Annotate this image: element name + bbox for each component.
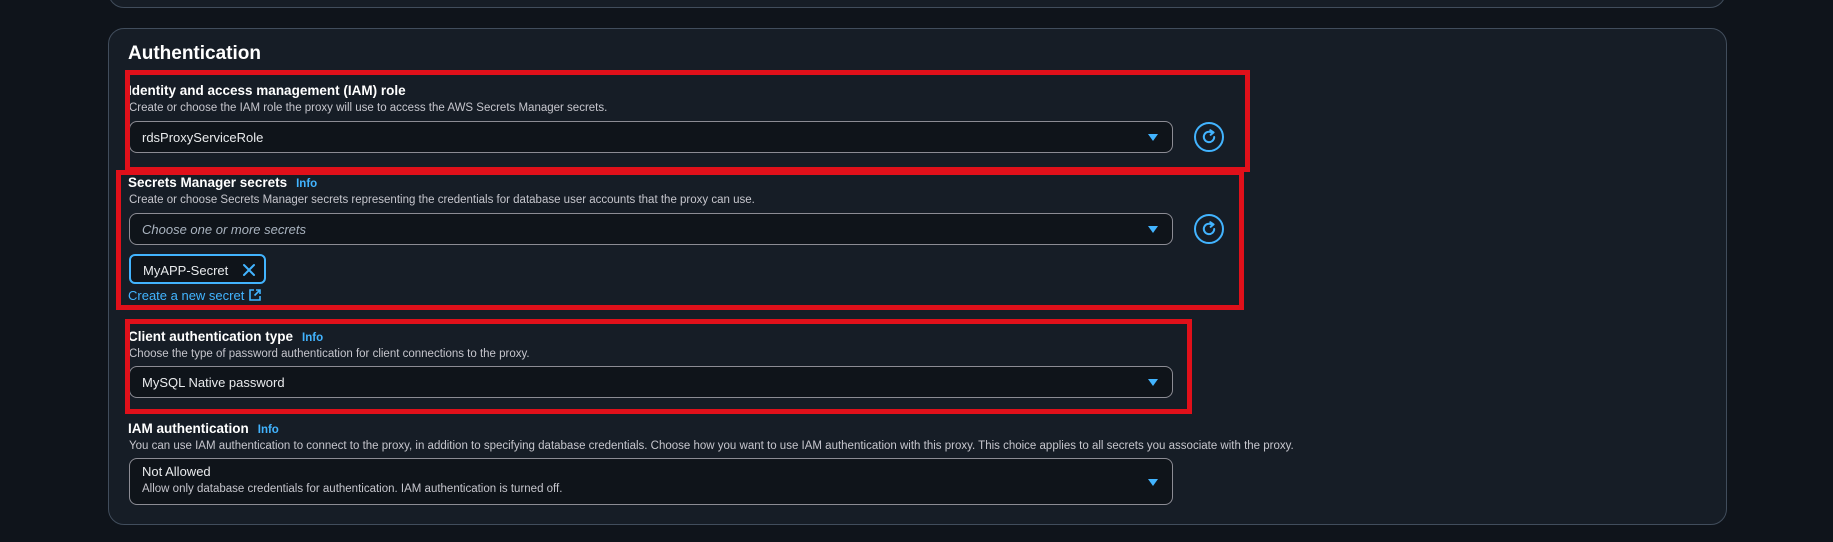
secrets-placeholder: Choose one or more secrets <box>142 222 307 237</box>
iam-role-select[interactable]: rdsProxyServiceRole <box>129 121 1173 153</box>
caret-down-icon <box>1148 226 1158 233</box>
caret-down-icon <box>1148 379 1158 386</box>
iam-auth-label: IAM authentication Info <box>128 421 279 436</box>
secret-token-label: MyAPP-Secret <box>143 263 229 278</box>
client-auth-label-text: Client authentication type <box>128 329 294 344</box>
client-auth-info-link[interactable]: Info <box>302 332 323 344</box>
external-link-icon <box>249 289 262 301</box>
caret-down-icon <box>1148 479 1158 486</box>
iam-auth-description: You can use IAM authentication to connec… <box>129 440 1294 452</box>
section-title: Authentication <box>128 43 261 64</box>
refresh-icon <box>1202 221 1216 236</box>
secrets-select[interactable]: Choose one or more secrets <box>129 213 1173 245</box>
create-secret-link[interactable]: Create a new secret <box>128 288 262 303</box>
iam-auth-info-link[interactable]: Info <box>258 424 279 436</box>
client-auth-description: Choose the type of password authenticati… <box>129 348 530 360</box>
iam-role-description: Create or choose the IAM role the proxy … <box>129 102 608 114</box>
previous-section-panel <box>108 0 1726 8</box>
secret-token: MyAPP-Secret <box>129 254 266 284</box>
create-secret-link-text: Create a new secret <box>128 288 245 303</box>
secrets-refresh-button[interactable] <box>1194 214 1224 244</box>
secrets-label-text: Secrets Manager secrets <box>128 175 288 190</box>
iam-auth-label-text: IAM authentication <box>128 421 249 436</box>
refresh-icon <box>1202 129 1216 144</box>
page: Authentication Identity and access manag… <box>0 0 1833 542</box>
iam-role-label-text: Identity and access management (IAM) rol… <box>128 83 406 98</box>
close-icon[interactable] <box>242 263 256 277</box>
secrets-description: Create or choose Secrets Manager secrets… <box>129 194 755 206</box>
client-auth-select[interactable]: MySQL Native password <box>129 366 1173 398</box>
caret-down-icon <box>1148 134 1158 141</box>
secrets-label: Secrets Manager secrets Info <box>128 175 317 190</box>
secrets-info-link[interactable]: Info <box>296 178 317 190</box>
iam-auth-selected-description: Allow only database credentials for auth… <box>142 483 563 495</box>
iam-role-refresh-button[interactable] <box>1194 122 1224 152</box>
iam-role-selected-value: rdsProxyServiceRole <box>142 130 264 145</box>
client-auth-label: Client authentication type Info <box>128 329 323 344</box>
iam-auth-selected-value: Not Allowed <box>142 464 211 479</box>
client-auth-selected-value: MySQL Native password <box>142 375 285 390</box>
iam-auth-select[interactable]: Not Allowed Allow only database credenti… <box>129 458 1173 505</box>
iam-role-label: Identity and access management (IAM) rol… <box>128 83 406 98</box>
